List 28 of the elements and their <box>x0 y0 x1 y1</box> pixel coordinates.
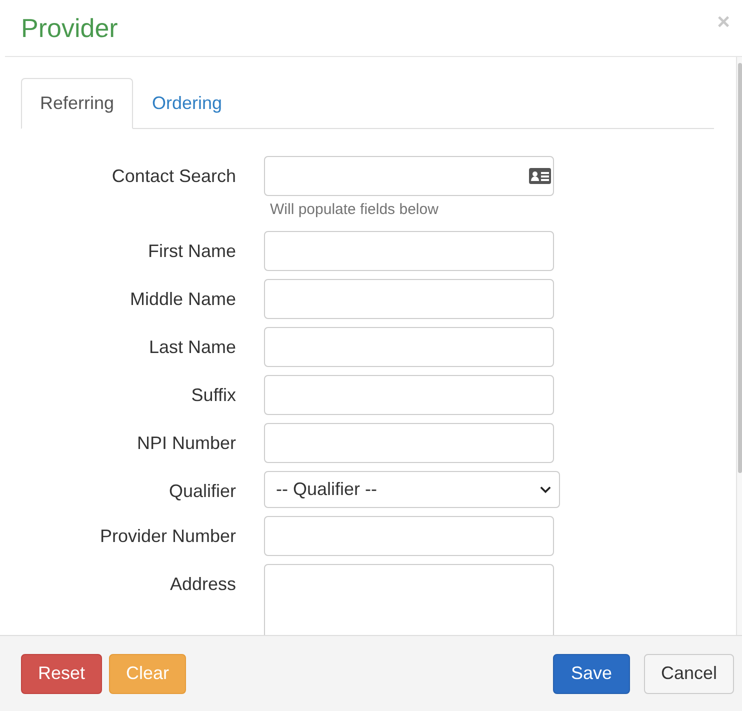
tab[interactable]: Referring <box>21 78 134 129</box>
field-label: Middle Name <box>128 288 237 310</box>
input-field[interactable] <box>264 516 554 556</box>
field-label: Contact Search <box>110 165 237 187</box>
field-label: Provider Number <box>98 525 237 547</box>
input-field[interactable] <box>264 279 554 319</box>
action-button[interactable]: Cancel <box>644 654 734 694</box>
field-label: NPI Number <box>136 432 237 454</box>
field-label: Last Name <box>148 336 237 358</box>
scrollbar[interactable] <box>736 57 742 635</box>
qualifier-select[interactable]: -- Qualifier -- <box>264 471 560 508</box>
action-button[interactable]: Reset <box>21 654 102 694</box>
contact-search-field[interactable] <box>264 156 554 196</box>
input-field[interactable] <box>264 375 554 415</box>
contact-card-icon[interactable] <box>529 168 551 184</box>
address-field[interactable] <box>264 564 554 635</box>
action-button[interactable]: Save <box>552 654 630 694</box>
chevron-down-icon <box>540 486 551 494</box>
field-label: First Name <box>146 240 237 262</box>
field-label: Qualifier <box>168 480 237 502</box>
input-field[interactable] <box>264 327 554 367</box>
tab[interactable]: Ordering <box>133 78 242 129</box>
dialog-title: Provider <box>21 12 118 44</box>
field-label: Suffix <box>190 384 237 406</box>
input-field[interactable] <box>264 423 554 463</box>
help-text: Will populate fields below <box>269 200 440 220</box>
field-label: Address <box>168 573 237 595</box>
input-field[interactable] <box>264 231 554 271</box>
